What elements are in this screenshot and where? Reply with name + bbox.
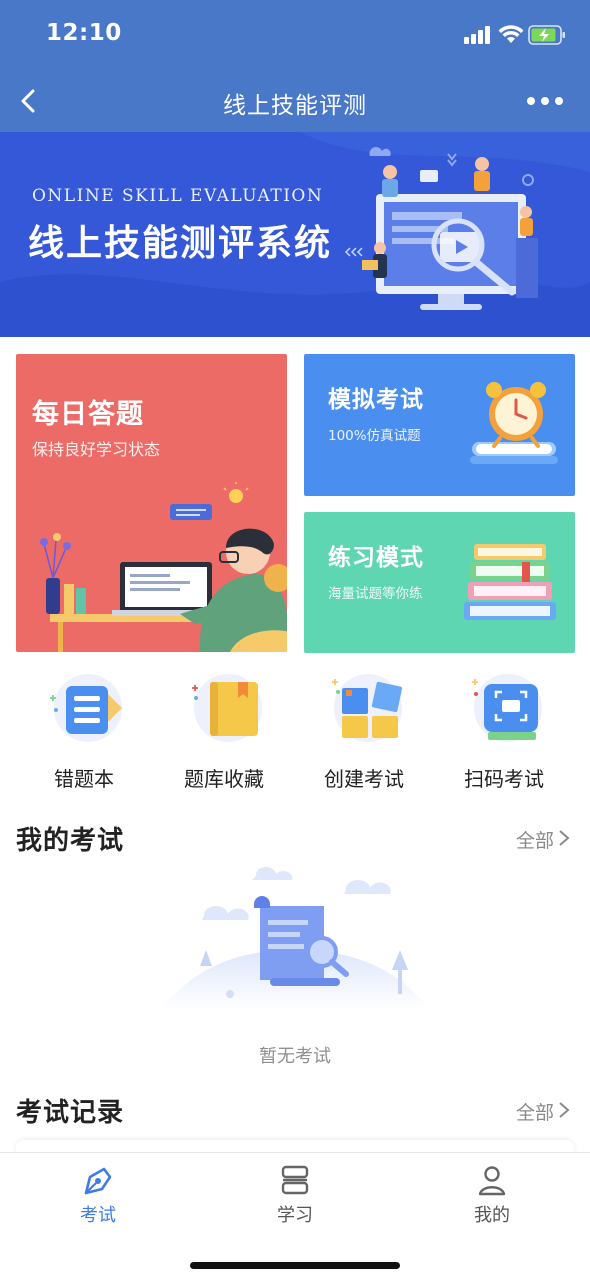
practice-mode-title: 练习模式	[328, 545, 424, 571]
more-options-icon[interactable]	[526, 94, 564, 108]
my-exams-title: 我的考试	[16, 826, 125, 856]
view-all-label: 全部	[515, 1102, 554, 1124]
cellular-signal-icon	[464, 26, 492, 44]
book-stack-icon	[464, 544, 556, 620]
chevron-right-icon	[558, 829, 570, 852]
quick-action-label: 错题本	[54, 767, 114, 791]
mock-exam-title: 模拟考试	[328, 387, 424, 413]
home-indicator	[190, 1262, 400, 1269]
status-bar: 12:10	[0, 0, 590, 70]
practice-mode-card[interactable]: 练习模式 海量试题等你练	[304, 512, 575, 653]
quick-action-label: 题库收藏	[184, 767, 264, 791]
exam-records-view-all[interactable]: 全部	[516, 1098, 570, 1125]
status-time: 12:10	[46, 20, 122, 46]
user-icon	[478, 1166, 506, 1196]
my-exams-view-all[interactable]: 全部	[516, 826, 570, 853]
blocks-icon	[332, 674, 403, 742]
practice-mode-subtitle: 海量试题等你练	[328, 586, 423, 602]
hero-banner[interactable]: ONLINE SKILL EVALUATION 线上技能测评系统	[0, 132, 590, 337]
no-exams-text: 暂无考试	[259, 1046, 331, 1067]
computer-evaluation-illustration	[344, 147, 538, 310]
daily-quiz-card[interactable]: 每日答题 保持良好学习状态	[16, 354, 287, 652]
banner-title-en: ONLINE SKILL EVALUATION	[32, 186, 324, 206]
daily-quiz-title: 每日答题	[32, 399, 144, 430]
pen-nib-icon	[84, 1167, 112, 1195]
banner-title-cn: 线上技能测评系统	[28, 223, 333, 264]
bottom-tab-bar: 考试 学习 我的	[0, 1152, 590, 1280]
notebook-icon	[50, 674, 122, 742]
bookmark-book-icon	[192, 674, 262, 742]
quick-action-scan-exam[interactable]: 扫码考试	[434, 660, 574, 791]
tab-label: 我的	[474, 1205, 510, 1226]
quick-action-create-exam[interactable]: 创建考试	[294, 660, 434, 791]
quick-action-wrong-answers[interactable]: 错题本	[14, 660, 154, 791]
exam-records-title: 考试记录	[16, 1098, 125, 1128]
mock-exam-card[interactable]: 模拟考试 100%仿真试题	[304, 354, 575, 496]
tab-label: 学习	[277, 1205, 313, 1226]
quick-action-label: 创建考试	[324, 767, 404, 791]
wifi-icon	[498, 25, 524, 43]
alarm-clock-icon	[470, 382, 558, 464]
daily-quiz-subtitle: 保持良好学习状态	[32, 440, 161, 459]
page-title: 线上技能评测	[223, 93, 367, 119]
view-all-label: 全部	[515, 830, 554, 852]
stack-icon	[281, 1165, 309, 1195]
nav-bar: 线上技能评测	[0, 72, 590, 130]
mock-exam-subtitle: 100%仿真试题	[328, 428, 421, 444]
tab-study[interactable]: 学习	[197, 1163, 393, 1233]
tab-label: 考试	[80, 1205, 116, 1226]
chevron-right-icon	[558, 1101, 570, 1124]
empty-exams-illustration	[160, 866, 430, 1010]
app-header: 12:10 线上技能评测	[0, 0, 590, 132]
my-exams-header: 我的考试 全部	[0, 820, 590, 860]
quick-action-label: 扫码考试	[464, 767, 544, 791]
scan-icon	[472, 674, 542, 742]
tab-exam[interactable]: 考试	[0, 1163, 196, 1233]
tab-profile[interactable]: 我的	[394, 1163, 590, 1233]
student-laptop-illustration	[40, 482, 287, 652]
quick-action-bank-favorites[interactable]: 题库收藏	[154, 660, 294, 791]
battery-charging-icon	[528, 25, 565, 45]
exam-records-header: 考试记录 全部	[0, 1092, 590, 1132]
